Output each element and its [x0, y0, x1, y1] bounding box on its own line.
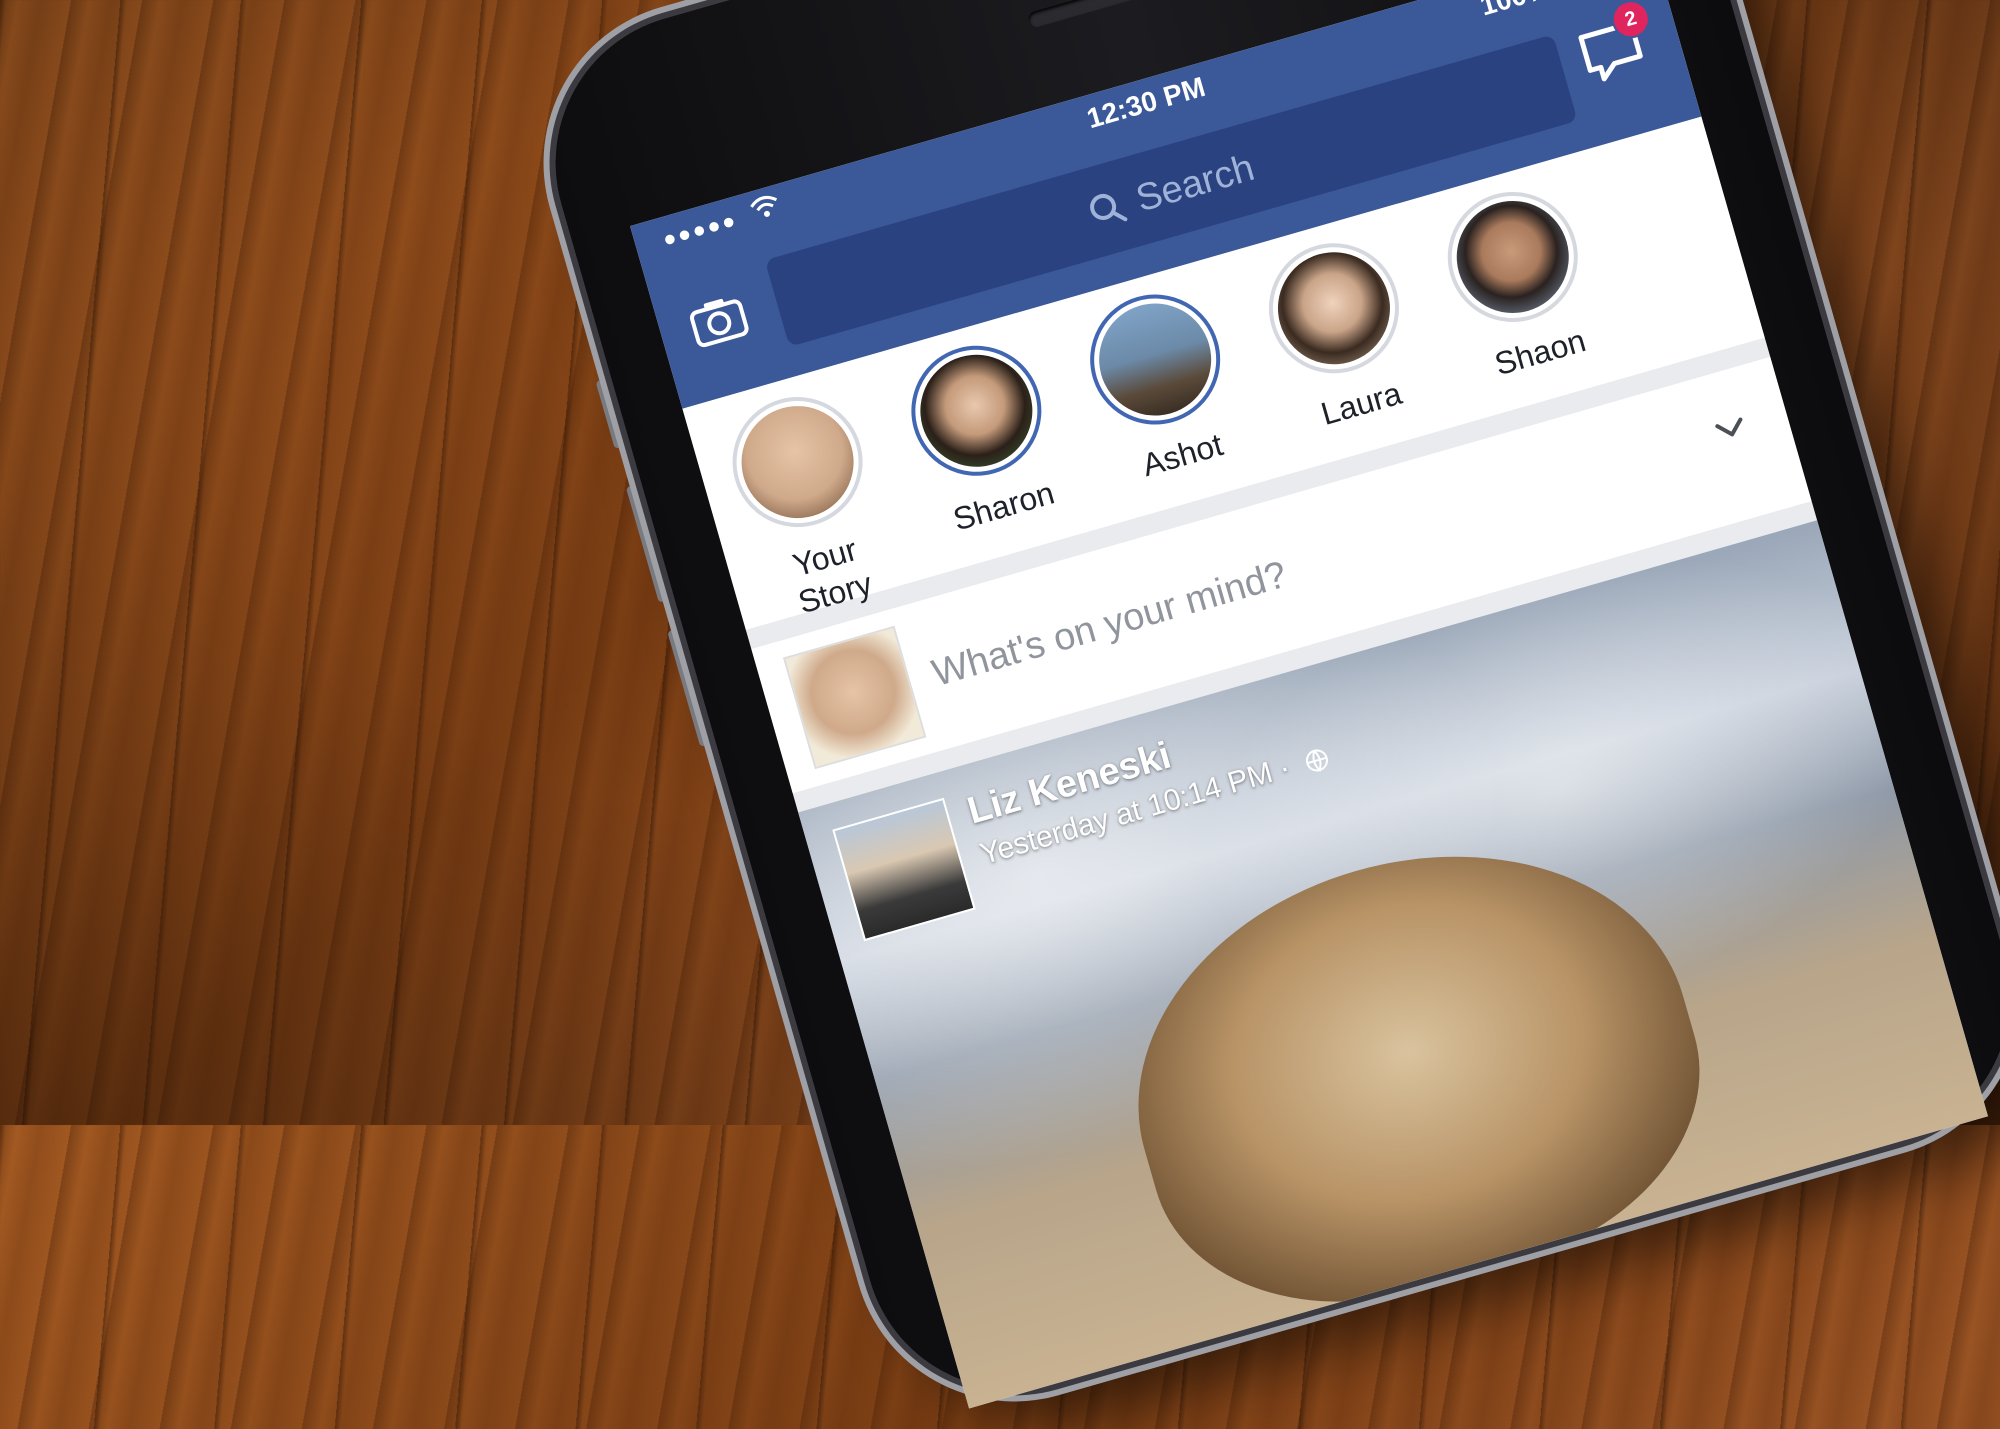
story-ring — [717, 381, 878, 543]
story-ring — [1253, 227, 1415, 389]
camera-icon — [689, 298, 749, 348]
story-name: Laura — [1316, 374, 1406, 433]
avatar — [782, 625, 927, 770]
story-ring — [895, 330, 1057, 492]
search-placeholder: Search — [1131, 146, 1259, 220]
avatar — [728, 392, 867, 532]
story-item[interactable]: Your Story — [707, 363, 905, 623]
avatar — [1264, 238, 1404, 378]
camera-button[interactable] — [675, 277, 762, 364]
story-name: Ashot — [1138, 426, 1227, 484]
search-icon — [1089, 194, 1128, 222]
chevron-down-icon[interactable] — [1708, 406, 1753, 451]
story-name: Sharon — [949, 474, 1059, 538]
story-item[interactable]: Shaon — [1423, 158, 1621, 418]
story-item[interactable]: Laura — [1244, 209, 1442, 469]
story-ring — [1074, 279, 1236, 440]
story-item[interactable]: Ashot — [1065, 260, 1263, 520]
battery-percentage: 100% — [1477, 0, 1555, 22]
avatar — [1085, 290, 1225, 429]
story-name: Shaon — [1490, 322, 1590, 383]
story-item[interactable]: Sharon — [886, 312, 1084, 572]
avatar — [1443, 187, 1583, 327]
avatar — [907, 341, 1046, 481]
composer-placeholder: What's on your mind? — [927, 553, 1292, 695]
smartphone: ●●●●● 12:30 PM 100% — [520, 0, 2000, 1425]
messenger-button[interactable]: 2 — [1562, 0, 1661, 100]
story-ring — [1432, 176, 1594, 338]
